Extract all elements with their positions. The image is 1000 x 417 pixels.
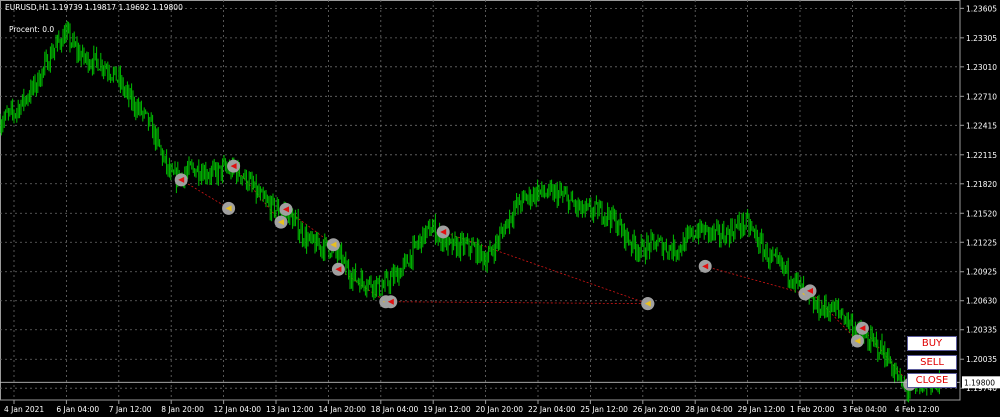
time-axis-label: 6 Jan 04:00 (56, 405, 99, 414)
price-axis-label: 1.23010 (966, 63, 997, 72)
price-axis-label: 1.21225 (966, 238, 997, 247)
price-axis-label: 1.22115 (966, 151, 997, 160)
price-axis-label: 1.21520 (966, 209, 997, 218)
close-button[interactable]: CLOSE (907, 373, 957, 388)
chart-frame (0, 0, 961, 401)
price-axis-label: 1.20925 (966, 268, 997, 277)
price-axis-label: 1.23605 (966, 4, 997, 13)
time-axis-label: 22 Jan 04:00 (528, 405, 576, 414)
current-price-label: 1.19800 (964, 378, 995, 387)
price-axis-label: 1.21820 (966, 180, 997, 189)
time-axis-label: 12 Jan 04:00 (214, 405, 262, 414)
price-chart[interactable]: 1.23605 1.23305 1.23010 1.22710 1.22415 1.221… (0, 0, 1000, 417)
symbol-info-line: EURUSD,H1 1.19739 1.19817 1.19692 1.1980… (5, 3, 183, 12)
time-axis-label: 7 Jan 12:00 (109, 405, 152, 414)
time-axis-label: 8 Jan 20:00 (161, 405, 204, 414)
price-axis-label: 1.22710 (966, 92, 997, 101)
price-axis-label: 1.20335 (966, 326, 997, 335)
time-axis-label: 4 Feb 12:00 (895, 405, 940, 414)
trade-line (390, 301, 648, 305)
time-axis-label: 29 Jan 12:00 (738, 405, 786, 414)
time-axis-label: 4 Jan 2021 (4, 405, 44, 414)
time-axis-label: 13 Jan 12:00 (266, 405, 314, 414)
time-axis-label: 28 Jan 04:00 (685, 405, 733, 414)
time-axis-label: 19 Jan 12:00 (423, 405, 471, 414)
price-axis-label: 1.20035 (966, 355, 997, 364)
time-axis-label: 3 Feb 04:00 (842, 405, 887, 414)
time-axis-label: 18 Jan 04:00 (371, 405, 419, 414)
price-axis-label: 1.23305 (966, 34, 997, 43)
time-axis-label: 20 Jan 20:00 (476, 405, 524, 414)
price-axis-label: 1.22415 (966, 121, 997, 130)
sell-button[interactable]: SELL (907, 355, 957, 370)
time-axis-label: 25 Jan 12:00 (580, 405, 628, 414)
time-axis-label: 1 Feb 20:00 (790, 405, 835, 414)
time-axis-label: 14 Jan 20:00 (318, 405, 366, 414)
procent-label: Procent: 0.0 (9, 25, 55, 34)
trade-line (443, 231, 648, 305)
buy-button[interactable]: BUY (907, 336, 957, 351)
price-axis-label: 1.20630 (966, 297, 997, 306)
time-axis-label: 26 Jan 20:00 (633, 405, 681, 414)
